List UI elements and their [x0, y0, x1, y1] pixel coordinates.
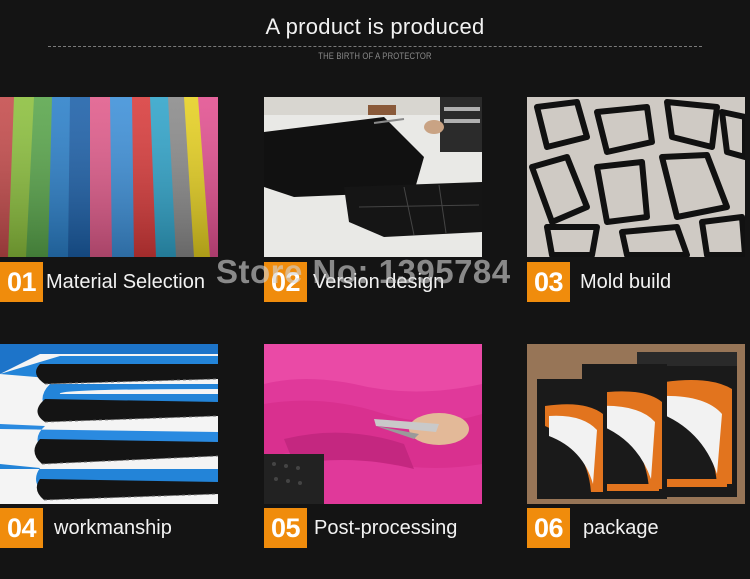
step-card-version-design: 02 Version design — [264, 97, 482, 302]
page-subtitle: THE BIRTH OF A PROTECTOR — [318, 51, 432, 61]
step-number-badge: 04 — [0, 508, 43, 548]
step-caption: 01 Material Selection — [0, 262, 240, 302]
step-label: package — [583, 517, 659, 539]
step-label: Version design — [313, 271, 445, 293]
step-number-badge: 06 — [527, 508, 570, 548]
post-processing-photo — [264, 344, 482, 504]
step-label: workmanship — [54, 517, 172, 539]
page-header: A product is produced THE BIRTH OF A PRO… — [0, 0, 750, 70]
step-label: Post-processing — [314, 517, 458, 539]
step-card-package: 06 package — [527, 344, 745, 549]
header-divider — [48, 46, 702, 47]
material-selection-photo — [0, 97, 218, 257]
step-card-mold-build: 03 Mold build — [527, 97, 745, 302]
step-number-badge: 01 — [0, 262, 43, 302]
step-card-material-selection: 01 Material Selection — [0, 97, 218, 302]
step-caption: 02 Version design — [264, 262, 504, 302]
version-design-photo — [264, 97, 482, 257]
step-caption: 06 package — [527, 508, 750, 548]
step-card-workmanship: 04 workmanship — [0, 344, 218, 549]
step-number-badge: 05 — [264, 508, 307, 548]
step-number-badge: 03 — [527, 262, 570, 302]
step-caption: 03 Mold build — [527, 262, 750, 302]
page-title: A product is produced — [265, 14, 485, 39]
step-caption: 04 workmanship — [0, 508, 240, 548]
workmanship-photo — [0, 344, 218, 504]
step-number-badge: 02 — [264, 262, 307, 302]
step-card-post-processing: 05 Post-processing — [264, 344, 482, 549]
step-label: Material Selection — [46, 271, 205, 293]
step-label: Mold build — [580, 271, 672, 293]
step-caption: 05 Post-processing — [264, 508, 504, 548]
package-photo — [527, 344, 745, 504]
mold-build-photo — [527, 97, 745, 257]
